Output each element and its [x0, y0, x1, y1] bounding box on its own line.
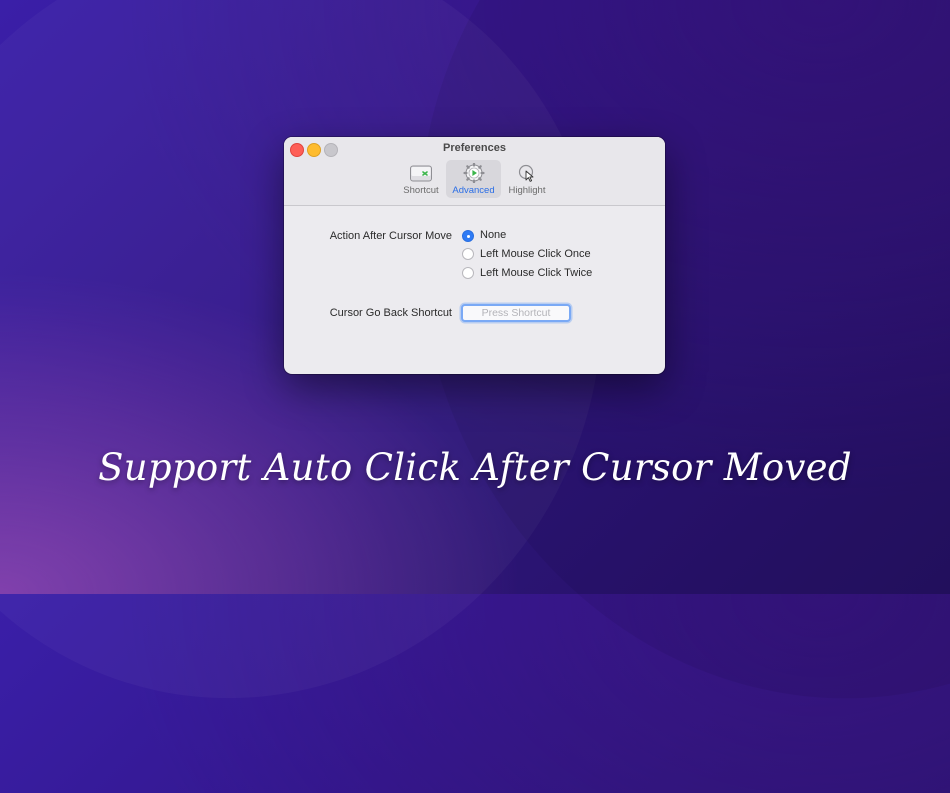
- go-back-shortcut-label: Cursor Go Back Shortcut: [329, 307, 452, 319]
- toolbar: Preferences Shortcut Advanced Highlight: [284, 137, 665, 206]
- tab-highlight[interactable]: Highlight: [503, 160, 551, 198]
- action-after-move-label: Action After Cursor Move: [329, 230, 452, 242]
- promo-caption: Support Auto Click After Cursor Moved: [98, 446, 852, 489]
- radio-label-none: None: [480, 229, 507, 241]
- radio-left-click-once[interactable]: [462, 248, 474, 260]
- radio-label-left-click-once: Left Mouse Click Once: [480, 248, 591, 260]
- radio-left-click-twice[interactable]: [462, 267, 474, 279]
- tab-label: Shortcut: [403, 185, 439, 196]
- cursor-click-icon: [515, 163, 539, 183]
- shortcut-recorder-field[interactable]: [461, 304, 571, 322]
- tab-label: Advanced: [452, 185, 495, 196]
- window-title: Preferences: [443, 142, 506, 154]
- tab-shortcut[interactable]: Shortcut: [398, 160, 444, 198]
- tab-label: Highlight: [508, 185, 546, 196]
- radio-none[interactable]: [462, 230, 474, 242]
- gear-play-icon: [462, 162, 486, 184]
- preferences-window: Preferences Shortcut Advanced Highlight …: [284, 137, 665, 374]
- keyboard-icon: [409, 163, 433, 183]
- tab-advanced[interactable]: Advanced: [446, 160, 501, 198]
- radio-label-left-click-twice: Left Mouse Click Twice: [480, 267, 593, 279]
